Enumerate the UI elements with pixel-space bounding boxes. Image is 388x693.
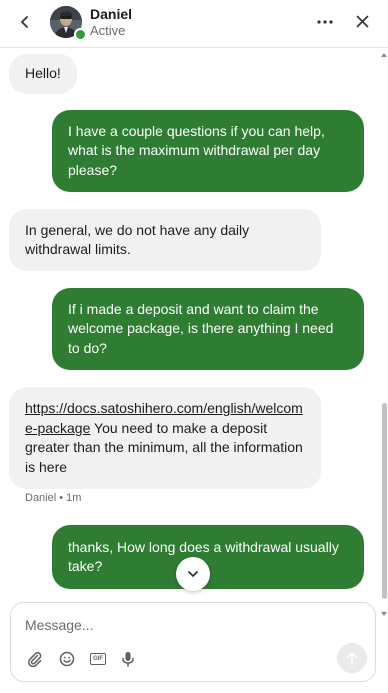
chevron-down-icon <box>188 571 198 577</box>
message-text: I have a couple questions if you can hel… <box>68 122 325 178</box>
voice-button[interactable] <box>118 649 138 669</box>
message-text: Hello! <box>25 65 61 82</box>
message-incoming: Hello! <box>9 54 77 94</box>
message-incoming: https://docs.satoshihero.com/english/wel… <box>9 387 321 489</box>
chevron-left-icon <box>21 16 28 28</box>
contact-status: Active <box>90 23 126 38</box>
message-composer: GIF <box>10 602 376 682</box>
microphone-icon <box>122 652 134 667</box>
send-button[interactable] <box>337 643 367 673</box>
online-indicator <box>74 28 87 41</box>
message-input[interactable] <box>25 613 325 637</box>
scroll-up-arrow-icon[interactable] <box>381 53 387 57</box>
chat-header: Daniel Active <box>0 0 388 48</box>
paperclip-icon <box>28 652 42 667</box>
more-horizontal-icon <box>317 20 333 24</box>
message-text: https://docs.satoshihero.com/english/wel… <box>25 399 305 477</box>
contact-name: Daniel <box>90 6 133 22</box>
close-icon <box>356 15 368 27</box>
back-button[interactable] <box>14 11 36 33</box>
message-text: If i made a deposit and want to claim th… <box>68 300 334 356</box>
attach-button[interactable] <box>25 649 45 669</box>
close-button[interactable] <box>352 11 372 31</box>
message-text: In general, we do not have any daily wit… <box>25 221 250 258</box>
message-sender: Daniel <box>25 492 57 504</box>
scroll-to-bottom-button[interactable] <box>176 557 210 591</box>
message-outgoing: I have a couple questions if you can hel… <box>52 110 364 192</box>
emoji-button[interactable] <box>57 649 77 669</box>
scrollbar-thumb[interactable] <box>382 403 387 599</box>
message-outgoing: If i made a deposit and want to claim th… <box>52 288 364 370</box>
more-options-button[interactable] <box>314 12 336 32</box>
send-arrow-icon <box>346 652 358 665</box>
gif-icon: GIF <box>90 653 106 665</box>
emoji-icon <box>59 651 75 667</box>
message-incoming: In general, we do not have any daily wit… <box>9 209 321 271</box>
message-list[interactable]: Hello! I have a couple questions if you … <box>0 48 388 601</box>
gif-button[interactable]: GIF <box>88 649 108 669</box>
message-meta: Daniel • 1m <box>25 492 81 504</box>
message-time: 1m <box>66 492 82 504</box>
scroll-down-arrow-icon[interactable] <box>381 612 387 616</box>
meta-separator: • <box>59 492 64 504</box>
